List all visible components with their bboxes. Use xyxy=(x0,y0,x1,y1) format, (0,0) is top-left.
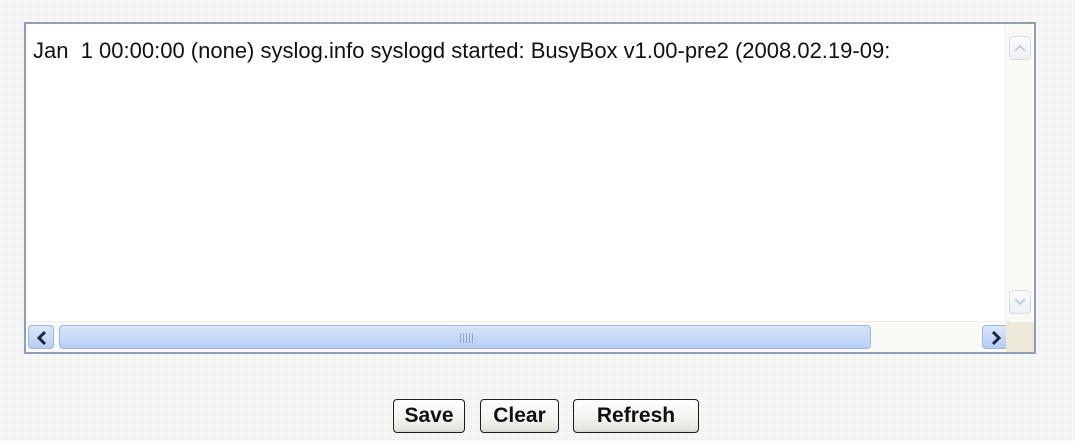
scroll-down-button[interactable] xyxy=(1009,290,1031,314)
log-textarea[interactable]: Jan 1 00:00:00 (none) syslog.info syslog… xyxy=(24,22,1036,354)
scroll-up-button[interactable] xyxy=(1009,36,1031,60)
chevron-right-icon xyxy=(991,331,1002,345)
refresh-button[interactable]: Refresh xyxy=(573,399,699,433)
chevron-down-icon xyxy=(1014,298,1026,306)
scroll-left-button[interactable] xyxy=(28,325,54,349)
grip-icon xyxy=(460,333,474,343)
horizontal-scroll-thumb[interactable] xyxy=(59,325,871,349)
vertical-scrollbar[interactable] xyxy=(1005,24,1034,324)
chevron-left-icon xyxy=(36,331,47,345)
chevron-up-icon xyxy=(1014,44,1026,52)
scroll-right-button[interactable] xyxy=(982,325,1008,349)
scrollbar-corner xyxy=(1006,322,1034,352)
horizontal-scrollbar[interactable] xyxy=(26,321,1010,352)
clear-button[interactable]: Clear xyxy=(480,399,559,433)
save-button[interactable]: Save xyxy=(393,399,465,433)
log-entry: Jan 1 00:00:00 (none) syslog.info syslog… xyxy=(33,38,891,63)
